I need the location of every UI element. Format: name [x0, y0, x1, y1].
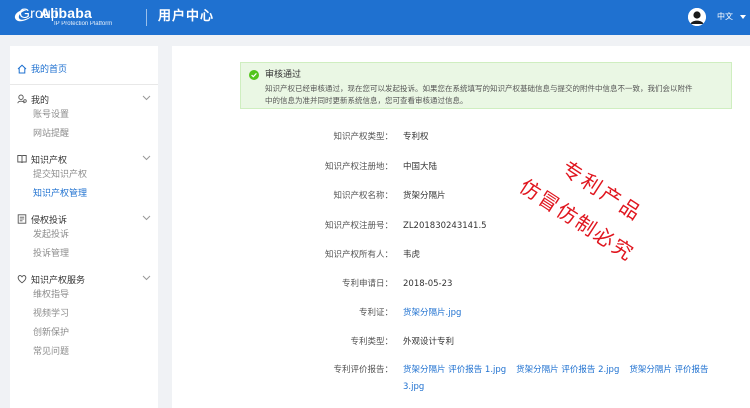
field-patent-certificate: 专利证： 货架分隔片.jpg	[272, 307, 742, 321]
sidebar-group-title: 我的	[31, 95, 50, 106]
field-label: 知识产权所有人：	[324, 250, 393, 260]
field-label: 专利类型：	[350, 337, 393, 347]
field-registration-region: 知识产权注册地： 中国大陆	[272, 161, 742, 175]
sidebar-item-faq[interactable]: 常见问题	[17, 343, 151, 362]
alert-message-line: 知识产权已经审核通过，现在您可以发起投诉。如果您在系统填写的知识产权基础信息与提…	[265, 84, 693, 93]
logo-subtitle: IP Protection Platform	[54, 21, 113, 27]
chevron-down-icon[interactable]	[142, 155, 151, 161]
book-icon	[17, 155, 27, 164]
user-avatar-icon	[688, 8, 706, 26]
chevron-down-icon[interactable]	[142, 275, 151, 281]
field-patent-type: 专利类型： 外观设计专利	[272, 336, 742, 350]
avatar[interactable]	[688, 8, 706, 26]
sidebar-item-file-complaint[interactable]: 发起投诉	[17, 226, 151, 245]
sidebar-group-header-ip-services[interactable]: 知识产权服务	[17, 272, 151, 286]
field-registration-number: 知识产权注册号： ZL201830243141.5	[272, 220, 742, 234]
approval-alert: 审核通过 知识产权已经审核通过，现在您可以发起投诉。如果您在系统填写的知识产权基…	[240, 62, 732, 109]
sidebar-group-complaints: 侵权投诉 发起投诉 投诉管理	[17, 212, 151, 264]
sidebar-divider	[10, 84, 158, 85]
sidebar-group-header-ip[interactable]: 知识产权	[17, 152, 151, 166]
sidebar-item-innovation-protection[interactable]: 创新保护	[17, 324, 151, 343]
language-selector[interactable]: 中文	[717, 11, 733, 23]
sidebar-item-account-settings[interactable]: 账号设置	[17, 106, 151, 125]
alert-message-line: 中的信息为准并同时更新系统信息，您可查看审核通过信息。	[265, 96, 468, 105]
field-apply-date: 专利申请日： 2018-05-23	[272, 278, 742, 292]
field-value: 2018-05-23	[403, 279, 453, 289]
sidebar-group-title: 知识产权服务	[31, 275, 86, 286]
sidebar-group-ip-services: 知识产权服务 维权指导 视频学习 创新保护 常见问题	[17, 272, 151, 362]
sidebar-item-site-alerts[interactable]: 网站提醒	[17, 125, 151, 144]
page-title: 用户中心	[158, 9, 215, 24]
check-circle-icon	[249, 70, 259, 80]
chevron-down-icon[interactable]	[740, 15, 746, 19]
field-label: 专利证：	[358, 308, 393, 318]
user-icon	[17, 94, 27, 104]
field-ip-owner: 知识产权所有人： 韦虎	[272, 249, 742, 263]
main-panel: 审核通过 知识产权已经审核通过，现在您可以发起投诉。如果您在系统填写的知识产权基…	[172, 46, 750, 408]
alibaba-logo[interactable]: Alibaba Group IP Protection Platform	[12, 5, 112, 31]
field-value: ZL201830243141.5	[403, 221, 487, 231]
certificate-file-link[interactable]: 货架分隔片.jpg	[403, 307, 461, 319]
sidebar-item-submit-ip[interactable]: 提交知识产权	[17, 166, 151, 185]
chevron-down-icon[interactable]	[142, 95, 151, 101]
sidebar-item-rights-guide[interactable]: 维权指导	[17, 286, 151, 305]
report-links: 货架分隔片 评价报告 1.jpg 货架分隔片 评价报告 2.jpg 货架分隔片 评价…	[403, 362, 713, 396]
sidebar-group-mine: 我的 账号设置 网站提醒	[17, 92, 151, 144]
field-label: 知识产权类型：	[333, 132, 393, 142]
field-ip-name: 知识产权名称： 货架分隔片	[272, 190, 742, 204]
chevron-down-icon[interactable]	[142, 215, 151, 221]
field-label: 知识产权注册地：	[324, 162, 393, 172]
field-label: 专利申请日：	[341, 279, 393, 289]
report-file-link[interactable]: 货架分隔片 评价报告 2.jpg	[516, 365, 619, 375]
field-ip-type: 知识产权类型： 专利权	[272, 131, 742, 145]
field-label: 专利评价报告：	[333, 365, 393, 375]
sidebar-item-complaint-management[interactable]: 投诉管理	[17, 245, 151, 264]
sidebar-group-title: 知识产权	[31, 155, 68, 166]
sidebar-group-ip: 知识产权 提交知识产权 知识产权管理	[17, 152, 151, 204]
sidebar-item-home[interactable]: 我的首页	[17, 62, 67, 75]
alert-title: 审核通过	[265, 70, 302, 80]
field-label: 知识产权名称：	[333, 191, 393, 201]
heart-icon	[17, 275, 27, 284]
sidebar-item-video-learning[interactable]: 视频学习	[17, 305, 151, 324]
sidebar-group-header-mine[interactable]: 我的	[17, 92, 151, 106]
top-navigation-bar: Alibaba Group IP Protection Platform 用户中…	[0, 0, 750, 35]
field-value: 外观设计专利	[403, 337, 455, 347]
field-value: 专利权	[403, 132, 429, 142]
header-divider	[146, 9, 147, 26]
field-value: 货架分隔片	[403, 191, 446, 201]
field-value: 中国大陆	[403, 162, 438, 172]
sidebar: 我的首页 我的 账号设置 网站提醒 知识产权 提交知识产权 知识产权管理 侵权投…	[10, 46, 158, 408]
sidebar-group-header-complaints[interactable]: 侵权投诉	[17, 212, 151, 226]
sidebar-item-ip-management[interactable]: 知识产权管理	[17, 185, 151, 204]
home-icon	[17, 64, 27, 73]
logo-group: Group	[19, 5, 59, 21]
report-file-link[interactable]: 货架分隔片 评价报告 1.jpg	[403, 365, 506, 375]
sidebar-item-label: 我的首页	[31, 65, 68, 75]
document-icon	[17, 214, 27, 224]
field-label: 知识产权注册号：	[324, 221, 393, 231]
sidebar-group-title: 侵权投诉	[31, 215, 68, 226]
field-evaluation-reports: 专利评价报告： 货架分隔片 评价报告 1.jpg 货架分隔片 评价报告 2.jpg…	[272, 364, 742, 400]
field-value: 韦虎	[403, 250, 421, 260]
alert-message: 知识产权已经审核通过，现在您可以发起投诉。如果您在系统填写的知识产权基础信息与提…	[265, 83, 725, 107]
